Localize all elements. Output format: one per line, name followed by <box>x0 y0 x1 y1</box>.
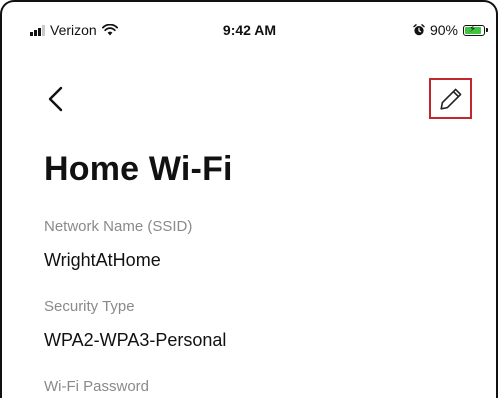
status-bar: Verizon 9:42 AM 90% ⚡ <box>0 22 499 42</box>
back-button[interactable] <box>40 82 70 116</box>
security-type-value: WPA2-WPA3-Personal <box>44 330 227 350</box>
security-type-label: Security Type <box>44 298 135 315</box>
ssid-value: WrightAtHome <box>44 250 161 270</box>
battery-charging-icon: ⚡ <box>463 23 488 36</box>
status-right: 90% ⚡ <box>413 22 488 38</box>
page-title: Home Wi-Fi <box>44 150 233 188</box>
wifi-password-label: Wi-Fi Password <box>44 378 150 395</box>
edit-button[interactable] <box>429 78 472 119</box>
pencil-icon <box>439 88 461 110</box>
chevron-left-icon <box>48 86 63 112</box>
charging-bolt-icon: ⚡ <box>469 23 477 35</box>
alarm-icon <box>413 24 425 36</box>
battery-percent: 90% <box>429 22 458 38</box>
phone-screen: Verizon 9:42 AM 90% ⚡ Home Wi-Fi Network… <box>0 0 499 398</box>
ssid-label: Network Name (SSID) <box>44 218 193 235</box>
battery-cap <box>486 27 488 32</box>
